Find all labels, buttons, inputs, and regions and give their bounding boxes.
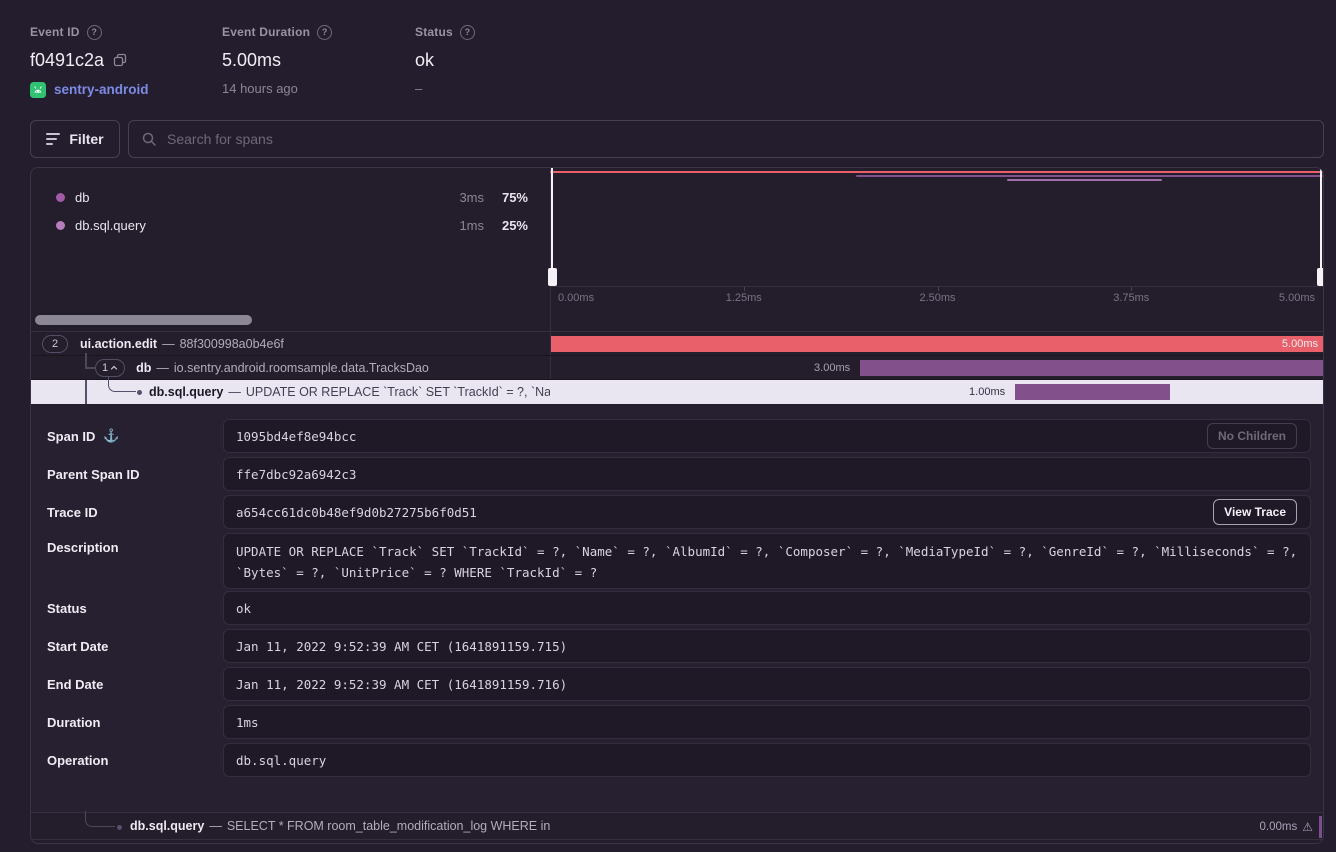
detail-label: Trace ID (47, 495, 98, 529)
android-platform-icon (30, 82, 46, 98)
detail-value-parent-span-id: ffe7dbc92a6942c3 (223, 457, 1311, 491)
detail-label: Duration (47, 705, 100, 739)
minimap-span-db-sql-query (1007, 179, 1162, 181)
help-icon[interactable]: ? (460, 25, 475, 40)
status-value: ok (415, 50, 434, 71)
minimap-right-handle[interactable] (1317, 168, 1324, 286)
dash: — (156, 361, 169, 375)
detail-value-start-date: Jan 11, 2022 9:52:39 AM CET (1641891159.… (223, 629, 1311, 663)
legend-item-db[interactable]: db 3ms 75% (31, 183, 550, 211)
op-color-dot (56, 221, 65, 230)
anchor-icon[interactable]: ⚓ (103, 428, 119, 444)
span-desc: io.sentry.android.roomsample.data.Tracks… (174, 361, 429, 375)
span-op: ui.action.edit (80, 337, 157, 351)
children-count-badge[interactable]: 2 (42, 335, 68, 353)
dash: — (162, 337, 175, 351)
legend-op-label: db (75, 190, 424, 205)
search-icon (141, 131, 157, 147)
detail-value-trace-id: a654cc61dc0b48ef9d0b27275b6f0d51 View Tr… (223, 495, 1311, 529)
span-duration: 0.00ms (1260, 813, 1298, 841)
filter-button-label: Filter (69, 131, 103, 147)
span-op: db.sql.query (130, 819, 204, 833)
detail-label: End Date (47, 667, 103, 701)
span-duration: 3.00ms (814, 356, 850, 380)
no-children-button: No Children (1207, 423, 1297, 449)
span-op: db (136, 361, 151, 375)
axis-tick: 1.25ms (726, 292, 762, 304)
axis-tick: 0.00ms (558, 292, 594, 304)
filter-icon (46, 133, 60, 145)
span-bar (551, 336, 1324, 352)
dash: — (228, 385, 241, 399)
span-row-db-sql-query-select[interactable]: db.sql.query — SELECT * FROM room_table_… (31, 812, 1324, 840)
span-bar (1319, 816, 1322, 838)
detail-label: Span ID (47, 429, 95, 444)
detail-value-operation: db.sql.query (223, 743, 1311, 777)
span-duration: 5.00ms (1282, 332, 1318, 356)
detail-label: Operation (47, 743, 108, 777)
span-duration: 1.00ms (969, 380, 1005, 404)
detail-value-end-date: Jan 11, 2022 9:52:39 AM CET (1641891159.… (223, 667, 1311, 701)
event-duration-label: Event Duration (222, 25, 310, 39)
copy-icon[interactable] (112, 52, 128, 68)
detail-value-description: UPDATE OR REPLACE `Track` SET `TrackId` … (223, 533, 1311, 589)
legend-percent: 25% (484, 218, 528, 233)
span-bar (1015, 384, 1170, 400)
detail-value-span-id: 1095bd4ef8e94bcc No Children (223, 419, 1311, 453)
span-search (128, 120, 1324, 158)
event-id-value: f0491c2a (30, 50, 104, 71)
minimap-span-db (856, 175, 1323, 177)
axis-tick: 3.75ms (1113, 292, 1149, 304)
trace-panel: db 3ms 75% db.sql.query 1ms 25% 0.00ms 1… (30, 167, 1324, 844)
span-desc: 88f300998a0b4e6f (180, 337, 284, 351)
help-icon[interactable]: ? (317, 25, 332, 40)
project-link[interactable]: sentry-android (54, 82, 149, 97)
search-input[interactable] (167, 131, 1311, 147)
span-row-ui-action-edit[interactable]: 2 ui.action.edit — 88f300998a0b4e6f 5.00… (31, 332, 1324, 356)
minimap-span-ui-action-edit (550, 171, 1324, 173)
axis-tick: 2.50ms (919, 292, 955, 304)
minimap-left-handle[interactable] (548, 168, 557, 286)
collapse-badge[interactable]: 1 (95, 359, 125, 377)
span-desc: UPDATE OR REPLACE `Track` SET `TrackId` … (246, 385, 550, 399)
status-label: Status (415, 25, 453, 39)
status-sub: – (415, 81, 475, 96)
event-duration-column: Event Duration ? 5.00ms 14 hours ago (222, 24, 332, 96)
tree-scrollbar-thumb[interactable] (35, 315, 252, 325)
trace-minimap[interactable] (550, 168, 1324, 286)
event-time-ago: 14 hours ago (222, 81, 332, 96)
detail-label: Start Date (47, 629, 108, 663)
event-id-label: Event ID (30, 25, 80, 39)
warning-icon: ⚠ (1302, 813, 1313, 841)
legend-percent: 75% (484, 190, 528, 205)
legend-duration: 3ms (424, 190, 484, 205)
dash: — (209, 819, 222, 833)
axis-tick: 5.00ms (1279, 292, 1315, 304)
span-op: db.sql.query (149, 385, 223, 399)
event-duration-value: 5.00ms (222, 50, 281, 71)
detail-label: Status (47, 591, 87, 625)
filter-button[interactable]: Filter (30, 120, 120, 158)
span-desc: SELECT * FROM room_table_modification_lo… (227, 819, 550, 833)
legend-duration: 1ms (424, 218, 484, 233)
tree-scrollbar-track (31, 308, 1324, 332)
detail-label: Description (47, 533, 119, 561)
span-details-panel: Span ID ⚓ 1095bd4ef8e94bcc No Children P… (31, 405, 1324, 812)
legend-op-label: db.sql.query (75, 218, 424, 233)
view-trace-button[interactable]: View Trace (1213, 499, 1297, 525)
time-axis: 0.00ms 1.25ms 2.50ms 3.75ms 5.00ms (550, 286, 1324, 308)
detail-value-status: ok (223, 591, 1311, 625)
status-column: Status ? ok – (415, 24, 475, 96)
chevron-up-icon (110, 364, 118, 372)
legend-item-db-sql-query[interactable]: db.sql.query 1ms 25% (31, 211, 550, 239)
span-row-db[interactable]: 1 db — io.sentry.android.roomsample.data… (31, 356, 1324, 380)
span-row-db-sql-query-selected[interactable]: db.sql.query — UPDATE OR REPLACE `Track`… (31, 380, 1324, 404)
op-color-dot (56, 193, 65, 202)
span-bar (860, 360, 1324, 376)
detail-value-duration: 1ms (223, 705, 1311, 739)
event-id-column: Event ID ? f0491c2a sentry-android (30, 24, 149, 98)
detail-label: Parent Span ID (47, 457, 139, 491)
help-icon[interactable]: ? (87, 25, 102, 40)
